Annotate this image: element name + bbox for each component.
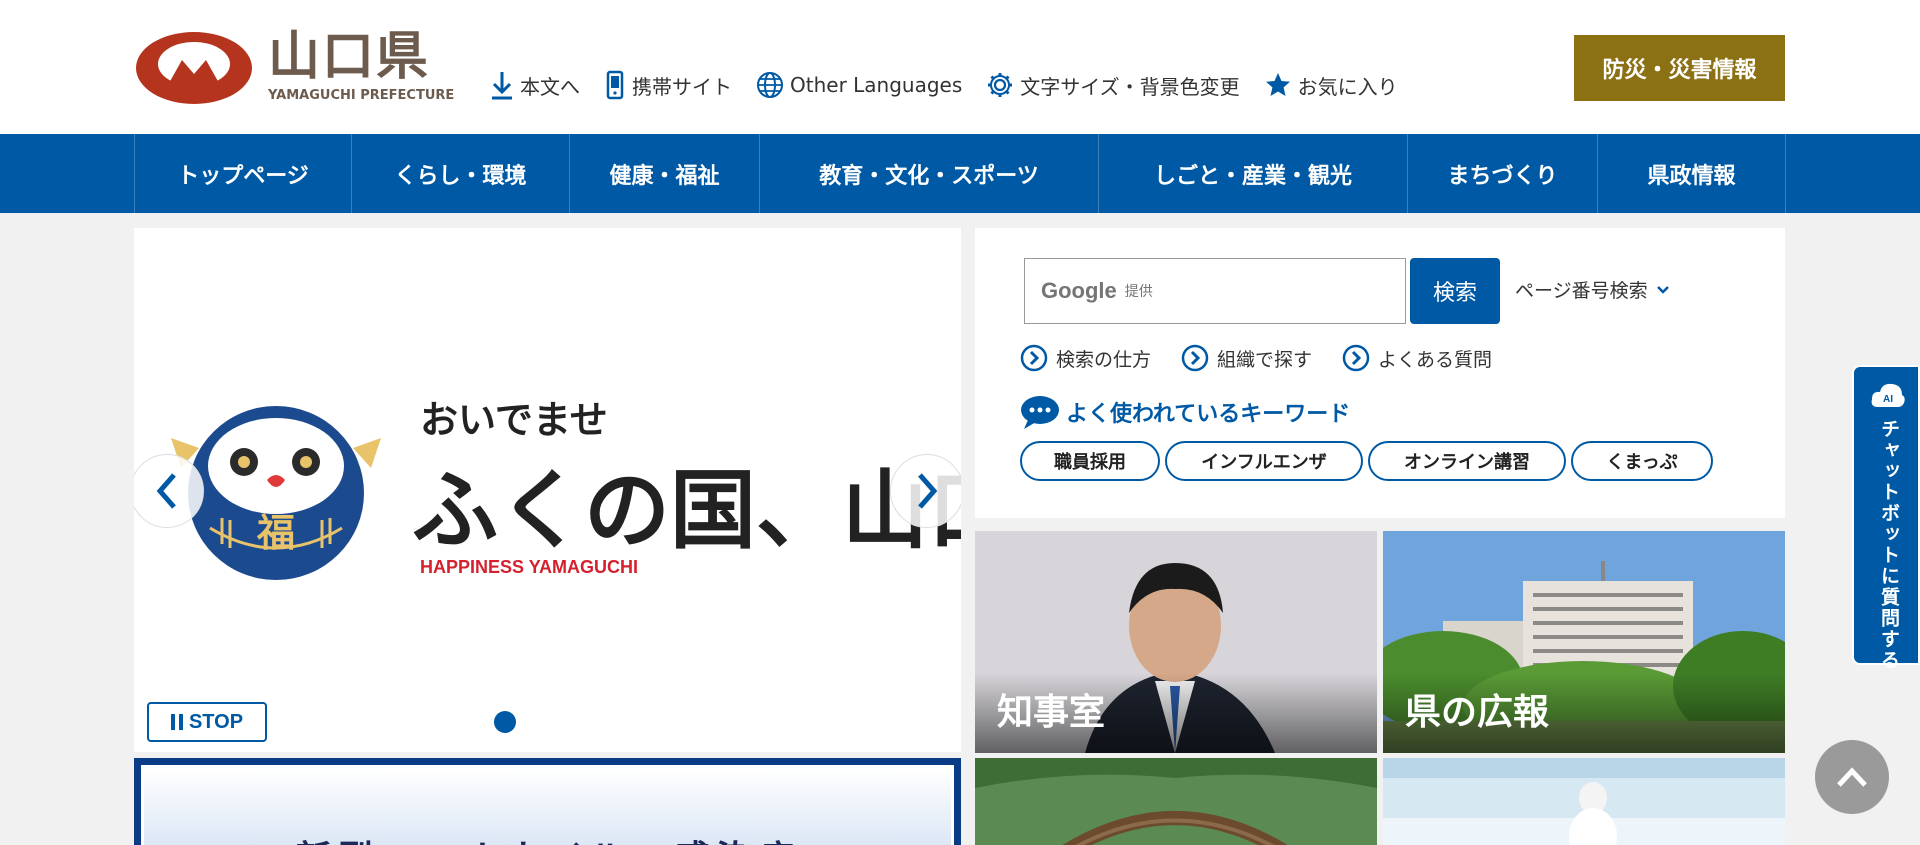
chevron-down-icon [1656, 285, 1669, 294]
search-by-org-label: 組織で探す [1217, 348, 1313, 371]
tile-prefectural-pr[interactable]: 県の広報 [1383, 531, 1785, 753]
mobile-phone-icon [606, 70, 624, 100]
yamaguchi-emblem-icon [136, 32, 252, 104]
back-to-top-button[interactable] [1815, 740, 1889, 814]
gnav-item-living[interactable]: くらし・環境 [352, 134, 570, 213]
gnav-item-health[interactable]: 健康・福祉 [570, 134, 760, 213]
site-logo[interactable]: 山口県 YAMAGUCHI PREFECTURE [134, 26, 454, 110]
site-header: 山口県 YAMAGUCHI PREFECTURE 本文へ 携帯サイト Other… [0, 0, 1920, 134]
search-links: 検索の仕方 組織で探す よくある質問 [1020, 344, 1522, 372]
search-by-org-link[interactable]: 組織で探す [1181, 344, 1312, 372]
util-skip-to-content[interactable]: 本文へ [490, 70, 580, 100]
google-provided-text: 提供 [1124, 284, 1153, 300]
slide-title: ふくの国、山口 [412, 461, 961, 561]
page-number-search-label: ページ番号検索 [1515, 280, 1648, 302]
keyword-heading: よく使われているキーワード [1020, 394, 1350, 430]
util-skip-label: 本文へ [520, 74, 580, 99]
keyword-tag-online-course[interactable]: オンライン講習 [1368, 441, 1566, 481]
circle-chevron-right-icon [1020, 344, 1048, 372]
search-howto-label: 検索の仕方 [1056, 348, 1152, 371]
circle-chevron-right-icon [1342, 344, 1370, 372]
covid-banner-text: 新型コロナウイルス感染症 [144, 830, 951, 845]
tile-pr-label: 県の広報 [1383, 673, 1785, 753]
chatbot-tab[interactable]: AI チャットボットに質問する [1852, 365, 1920, 671]
slide-banner-image[interactable]: 福 おいでませ ふくの国、山口 HAPPINESS YAMAGUCHI [134, 228, 961, 752]
gnav-item-town[interactable]: まちづくり [1408, 134, 1598, 213]
keyword-heading-label: よく使われているキーワード [1066, 402, 1351, 427]
tile-governor-label: 知事室 [975, 673, 1377, 753]
ai-cloud-icon: AI [1871, 383, 1905, 407]
slider-stop-button[interactable]: STOP [147, 702, 267, 742]
covid-banner-inner: 新型コロナウイルス感染症 [141, 765, 954, 845]
keyword-list: 職員採用 インフルエンザ オンライン講習 くまっぷ [1020, 441, 1718, 481]
util-mobile-label: 携帯サイト [632, 74, 732, 99]
search-input[interactable]: Google 提供 [1024, 258, 1406, 324]
slide-greeting: おいでませ [420, 398, 608, 442]
arrow-down-icon [492, 72, 512, 100]
util-languages-label: Other Languages [790, 73, 963, 97]
covid-banner[interactable]: 新型コロナウイルス感染症 [134, 758, 961, 845]
slide-next-button[interactable] [890, 454, 961, 528]
slide-subtitle: HAPPINESS YAMAGUCHI [420, 557, 638, 577]
gear-icon [988, 73, 1013, 97]
search-panel: Google 提供 検索 ページ番号検索 検索の仕方 組織で探す よくある質問 … [975, 228, 1785, 518]
faq-link[interactable]: よくある質問 [1342, 344, 1492, 372]
daruma-char: 福 [256, 510, 295, 555]
search-howto-link[interactable]: 検索の仕方 [1020, 344, 1151, 372]
logo-english-text: YAMAGUCHI PREFECTURE [268, 88, 455, 103]
circle-chevron-right-icon [1181, 344, 1209, 372]
snow-landscape-photo [1383, 758, 1785, 845]
hero-slider: 福 おいでませ ふくの国、山口 HAPPINESS YAMAGUCHI STOP [134, 228, 961, 752]
chatbot-label: チャットボットに質問する [1878, 419, 1900, 671]
util-favorites-label: お気に入り [1297, 74, 1398, 99]
util-other-languages[interactable]: Other Languages [756, 71, 962, 99]
chevron-right-icon [918, 473, 938, 509]
keyword-tag-kumap[interactable]: くまっぷ [1571, 441, 1713, 481]
utility-nav: 本文へ 携帯サイト Other Languages 文字サイズ・背景色変更 お気… [490, 68, 1422, 102]
globe-icon [757, 72, 783, 98]
gnav-item-government[interactable]: 県政情報 [1598, 134, 1786, 213]
tile-governor-office[interactable]: 知事室 [975, 531, 1377, 753]
util-text-size-label: 文字サイズ・背景色変更 [1020, 74, 1240, 99]
gnav-item-education[interactable]: 教育・文化・スポーツ [760, 134, 1099, 213]
global-nav-list: トップページ くらし・環境 健康・福祉 教育・文化・スポーツ しごと・産業・観光… [134, 134, 1786, 213]
google-logo-text: Google [1041, 278, 1117, 303]
global-nav: トップページ くらし・環境 健康・福祉 教育・文化・スポーツ しごと・産業・観光… [0, 134, 1920, 213]
disaster-info-button[interactable]: 防災・災害情報 [1574, 35, 1785, 101]
util-text-size[interactable]: 文字サイズ・背景色変更 [986, 71, 1240, 100]
faq-label: よくある質問 [1378, 348, 1493, 371]
gnav-item-top[interactable]: トップページ [135, 134, 352, 213]
search-button[interactable]: 検索 [1410, 258, 1500, 324]
ai-badge-text: AI [1883, 394, 1893, 405]
keyword-tag-recruit[interactable]: 職員採用 [1020, 441, 1160, 481]
chevron-up-icon [1837, 767, 1867, 787]
star-icon [1265, 73, 1290, 96]
chevron-left-icon [156, 473, 176, 509]
slider-dot-1[interactable] [494, 711, 516, 733]
keyword-tag-influenza[interactable]: インフルエンザ [1165, 441, 1363, 481]
kintaikyo-bridge-photo [975, 758, 1377, 845]
tile-snow-scene[interactable] [1383, 758, 1785, 845]
pause-icon [170, 714, 183, 730]
page-number-search-toggle[interactable]: ページ番号検索 [1515, 276, 1670, 303]
gnav-item-industry[interactable]: しごと・産業・観光 [1099, 134, 1408, 213]
speech-bubble-icon [1021, 396, 1059, 429]
util-mobile-site[interactable]: 携帯サイト [604, 70, 732, 100]
tile-kintaikyo[interactable] [975, 758, 1377, 845]
util-favorites[interactable]: お気に入り [1264, 71, 1398, 100]
stop-label: STOP [188, 710, 244, 733]
logo-japanese-text: 山口県 [268, 27, 431, 87]
